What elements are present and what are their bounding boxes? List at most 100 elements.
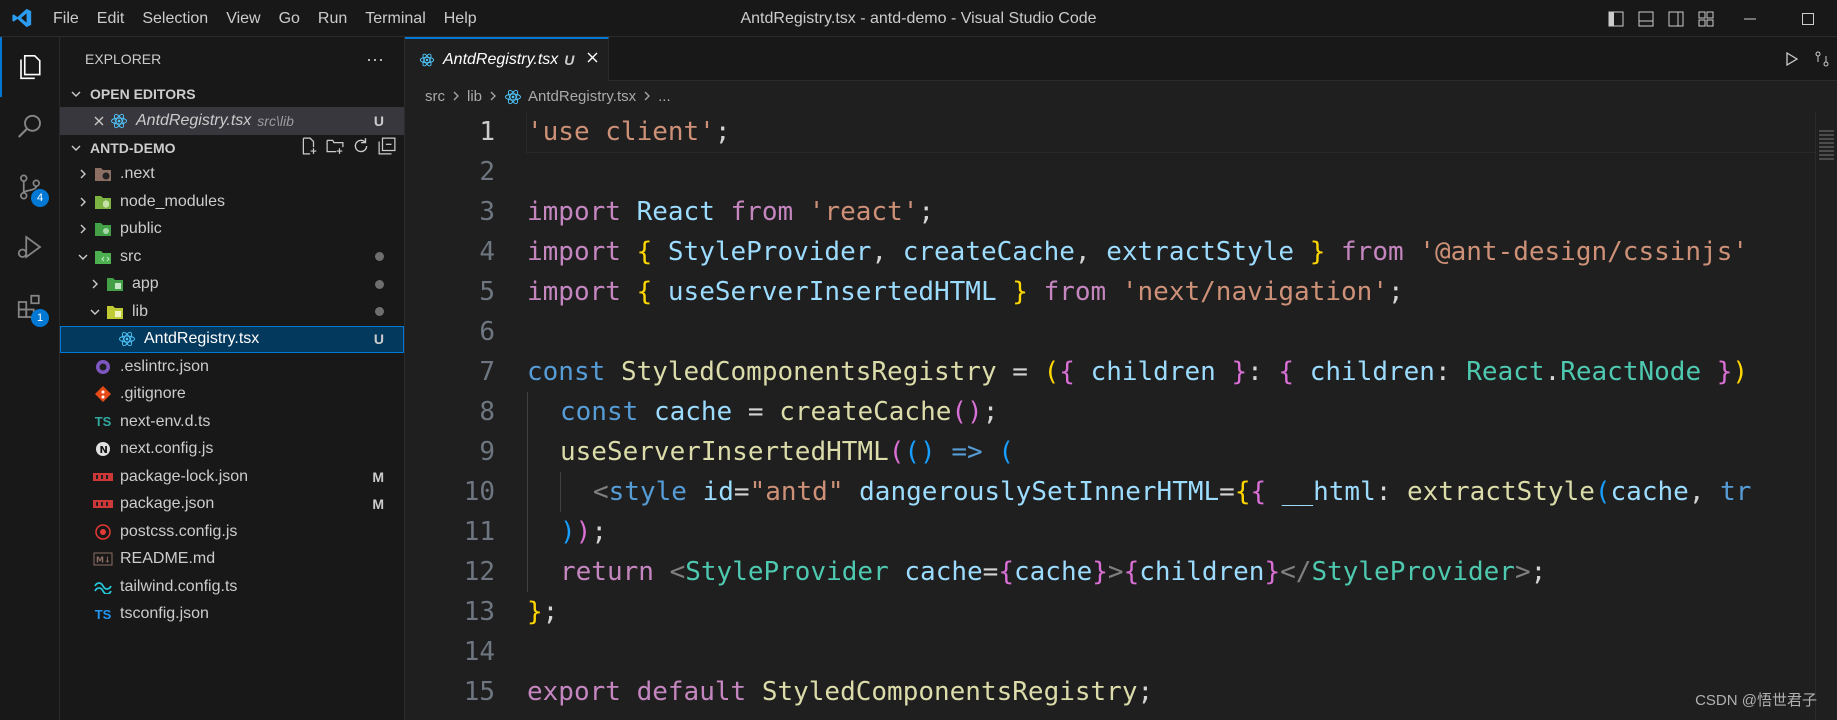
menu-selection[interactable]: Selection: [133, 0, 217, 37]
code-line[interactable]: import { StyleProvider, createCache, ext…: [527, 232, 1815, 272]
menu-edit[interactable]: Edit: [88, 0, 134, 37]
search-icon[interactable]: [0, 97, 60, 157]
code-line[interactable]: ));: [527, 512, 1815, 552]
open-editor-item[interactable]: AntdRegistry.tsx src\lib U: [60, 107, 404, 135]
minimap[interactable]: [1815, 112, 1837, 720]
npm-icon: [92, 494, 114, 514]
breadcrumb-item[interactable]: ...: [658, 88, 671, 105]
code-line[interactable]: import React from 'react';: [527, 192, 1815, 232]
code-line[interactable]: 'use client';: [526, 112, 1815, 153]
code-token: ;: [918, 197, 935, 227]
chevron-right-icon[interactable]: [86, 278, 104, 290]
tree-item-label: node_modules: [120, 192, 225, 210]
toggle-secondary-sidebar-icon[interactable]: [1661, 0, 1691, 37]
npm-icon: [92, 467, 114, 487]
source-control-icon[interactable]: 4: [0, 157, 60, 217]
file-item[interactable]: .eslintrc.json: [60, 353, 404, 381]
close-icon[interactable]: [90, 115, 108, 127]
run-icon[interactable]: [1777, 41, 1807, 78]
file-item[interactable]: package.json M: [60, 491, 404, 519]
code-line[interactable]: [527, 152, 1815, 192]
folder-item[interactable]: node_modules: [60, 188, 404, 216]
run-debug-icon[interactable]: [0, 217, 60, 277]
tab-antd-registry[interactable]: AntdRegistry.tsx U: [405, 37, 609, 81]
file-item[interactable]: .gitignore: [60, 381, 404, 409]
breadcrumb-item[interactable]: AntdRegistry.tsx: [528, 88, 636, 105]
code-token: {: [636, 277, 653, 307]
collapse-all-icon[interactable]: [378, 137, 396, 158]
more-actions-icon[interactable]: ···: [366, 49, 384, 70]
menu-terminal[interactable]: Terminal: [356, 0, 434, 37]
menu-view[interactable]: View: [217, 0, 269, 37]
chevron-down-icon[interactable]: [86, 306, 104, 318]
code-line[interactable]: <style id="antd" dangerouslySetInnerHTML…: [527, 472, 1815, 512]
code-editor[interactable]: 1 2 3 4 5 6 7 8 9 10 11 12 13 14 15 'use client'; impo…: [405, 112, 1815, 720]
code-line[interactable]: return <StyleProvider cache={cache}>{chi…: [527, 552, 1815, 592]
file-item[interactable]: M↓ README.md: [60, 546, 404, 574]
menu-run[interactable]: Run: [309, 0, 356, 37]
code-token: 'next/navigation': [1121, 277, 1388, 307]
code-line[interactable]: };: [527, 592, 1815, 632]
tree-item-label: README.md: [120, 550, 216, 568]
breadcrumb-item[interactable]: lib: [467, 88, 482, 105]
toggle-panel-icon[interactable]: [1631, 0, 1661, 37]
menu-go[interactable]: Go: [270, 0, 309, 37]
new-folder-icon[interactable]: [326, 137, 344, 158]
folder-item[interactable]: .next: [60, 161, 404, 189]
git-status-badge: M: [372, 496, 384, 513]
code-line[interactable]: [527, 312, 1815, 352]
folder-item[interactable]: app: [60, 271, 404, 299]
compare-changes-icon[interactable]: [1807, 41, 1837, 78]
folder-item[interactable]: lib: [60, 298, 404, 326]
project-section[interactable]: ANTD-DEMO: [60, 135, 404, 161]
code-token: StyledComponentsRegistry: [620, 357, 997, 387]
refresh-icon[interactable]: [352, 137, 370, 158]
code-token: <: [593, 477, 609, 507]
file-item[interactable]: TS tsconfig.json: [60, 601, 404, 629]
file-item[interactable]: tailwind.config.ts: [60, 573, 404, 601]
code-line[interactable]: const StyledComponentsRegistry = ({ chil…: [527, 352, 1815, 392]
chevron-right-icon[interactable]: [74, 168, 92, 180]
code-line[interactable]: [527, 632, 1815, 672]
indent-guide: [527, 552, 560, 592]
new-file-icon[interactable]: [300, 137, 318, 158]
file-item[interactable]: TS next-env.d.ts: [60, 408, 404, 436]
open-editor-status: U: [373, 112, 384, 129]
code-line[interactable]: const cache = createCache();: [527, 392, 1815, 432]
file-item[interactable]: AntdRegistry.tsx U: [60, 325, 404, 353]
code-token: ;: [542, 597, 559, 627]
extensions-icon[interactable]: 1: [0, 277, 60, 337]
source-control-badge: 4: [31, 189, 49, 207]
menu-help[interactable]: Help: [435, 0, 486, 37]
code-token: '@ant-design/cssinjs': [1419, 237, 1749, 267]
explorer-icon[interactable]: [0, 37, 60, 97]
code-line[interactable]: export default StyledComponentsRegistry;: [527, 672, 1815, 712]
code-token: {: [1123, 557, 1140, 587]
toggle-primary-sidebar-icon[interactable]: [1601, 0, 1631, 37]
tree-item-label: AntdRegistry.tsx: [144, 330, 260, 348]
close-icon[interactable]: [586, 51, 599, 69]
menu-file[interactable]: File: [44, 0, 88, 37]
customize-layout-icon[interactable]: [1691, 0, 1721, 37]
code-token: 'use client': [527, 117, 715, 147]
folder-item[interactable]: src: [60, 243, 404, 271]
code-line[interactable]: import { useServerInsertedHTML } from 'n…: [527, 272, 1815, 312]
file-tree: .next node_modules public src app lib AntdRegi…: [60, 161, 404, 629]
file-item[interactable]: postcss.config.js: [60, 518, 404, 546]
minimize-icon[interactable]: [1721, 0, 1779, 37]
modified-dot-icon: [375, 307, 384, 317]
breadcrumb-item[interactable]: src: [425, 88, 445, 105]
file-item[interactable]: package-lock.json M: [60, 463, 404, 491]
restore-icon[interactable]: [1779, 0, 1837, 37]
chevron-down-icon[interactable]: [74, 251, 92, 263]
chevron-right-icon[interactable]: [74, 223, 92, 235]
open-editors-section[interactable]: OPEN EDITORS: [60, 81, 404, 107]
folder-item[interactable]: public: [60, 216, 404, 244]
code-line[interactable]: useServerInsertedHTML(() => (: [527, 432, 1815, 472]
chevron-right-icon[interactable]: [74, 196, 92, 208]
file-item[interactable]: Nnext.config.js: [60, 436, 404, 464]
code-content[interactable]: 'use client'; import React from 'react';…: [526, 112, 1815, 712]
